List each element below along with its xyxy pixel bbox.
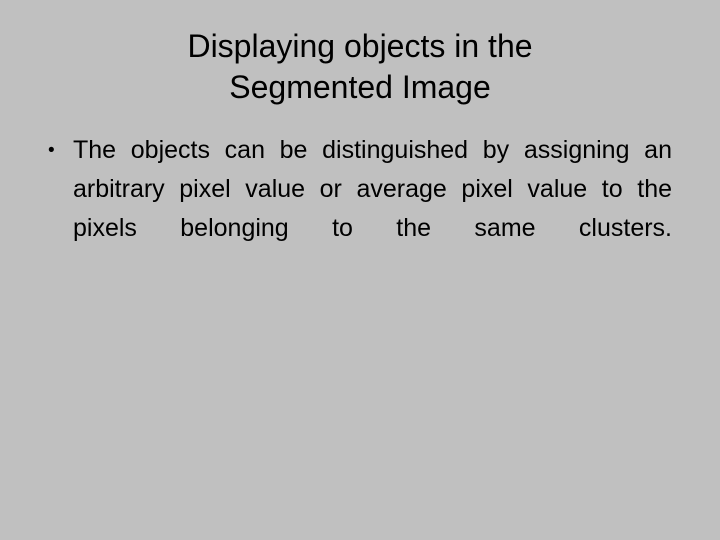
- page-title-line-1: Displaying objects in the: [187, 28, 533, 64]
- page-title-line-2: Segmented Image: [229, 69, 491, 105]
- slide: Displaying objects in the Segmented Imag…: [0, 0, 720, 540]
- bullet-icon: •: [48, 140, 55, 161]
- list-item-text: The objects can be distinguished by assi…: [73, 136, 672, 242]
- list-item: • The objects can be distinguished by as…: [40, 131, 672, 287]
- slide-body: • The objects can be distinguished by as…: [40, 131, 672, 287]
- page-title: Displaying objects in the Segmented Imag…: [36, 26, 684, 108]
